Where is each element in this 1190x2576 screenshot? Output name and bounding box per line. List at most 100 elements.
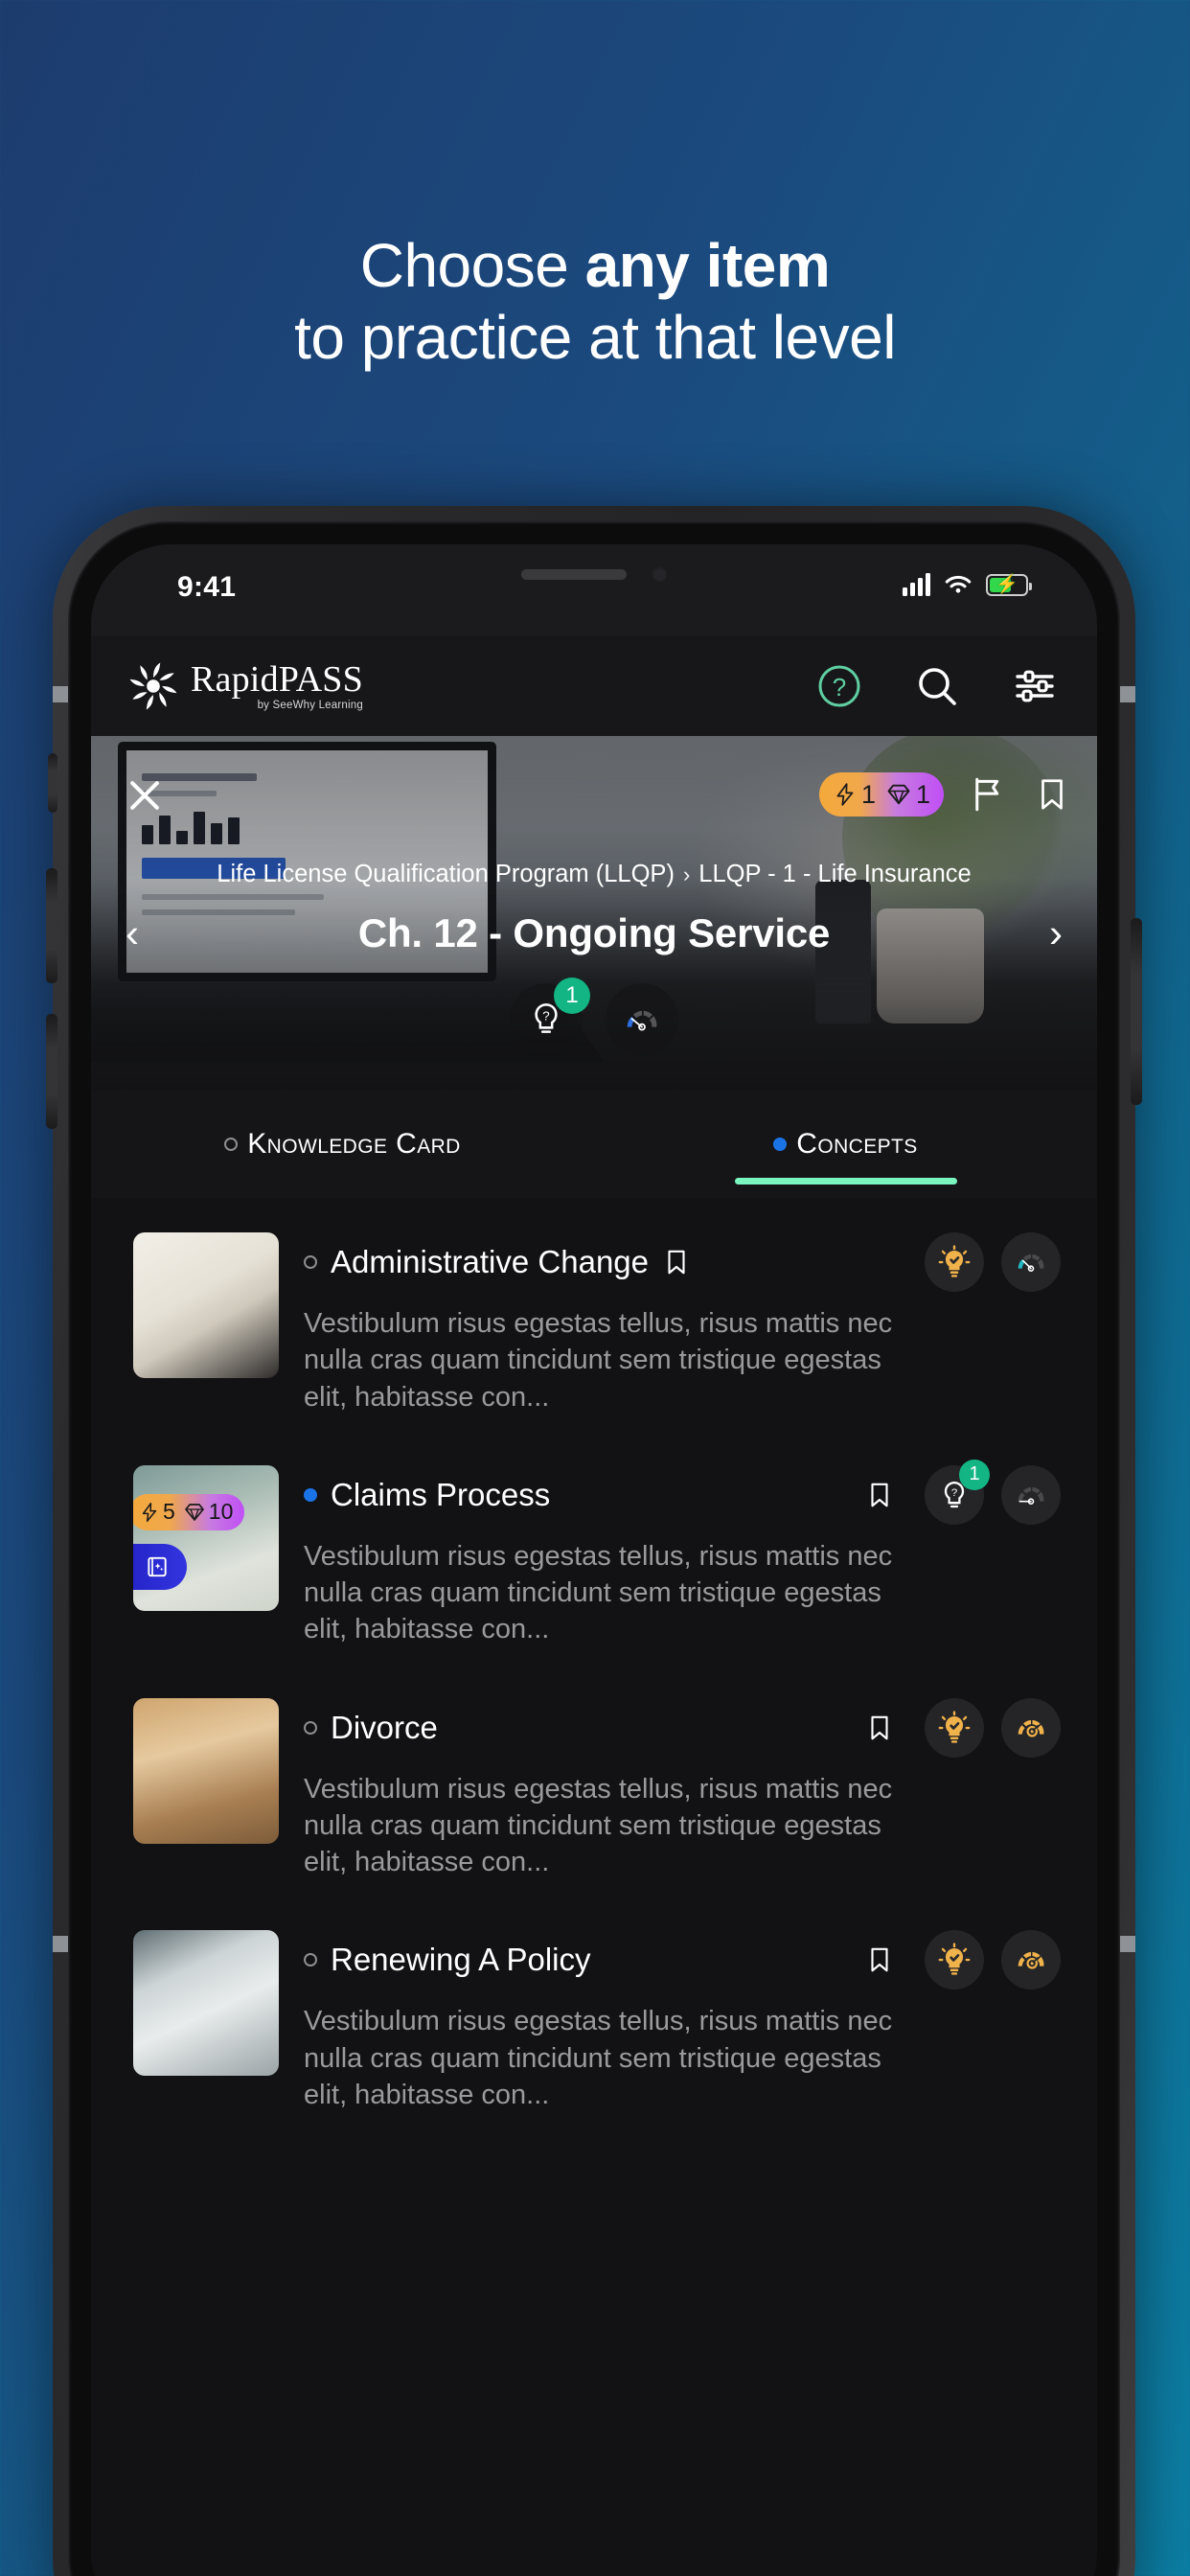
gauge-target-icon[interactable] [1001,1697,1061,1758]
logo-wordmark: RapidPASS [191,658,363,700]
phone-screen: 9:41 ⚡ RapidPASS by SeeWhy Learning ? 1 … [91,544,1097,2576]
chevron-right-icon[interactable]: › [1040,913,1072,954]
list-item-actions: ? 1 [865,1459,1061,1525]
antenna-band [1120,1936,1135,1952]
gauge-icon [627,1010,657,1031]
svg-text:?: ? [542,1009,549,1024]
lightbulb-check-icon[interactable] [925,1697,984,1758]
breadcrumb: Life License Qualification Program (LLQP… [91,861,1097,888]
list-item-title: Renewing A Policy [331,1942,591,1978]
lightbulb-check-icon[interactable] [925,1930,984,1990]
list-item-thumbnail [133,1232,279,1378]
bookmark-icon[interactable] [662,1246,691,1278]
page-title: Ch. 12 - Ongoing Service [357,910,831,955]
list-item[interactable]: Administrative Change Vestibulum risus e… [91,1211,1097,1444]
notch [388,544,800,604]
help-circle-icon[interactable]: ? [815,662,863,710]
wifi-icon [945,575,972,593]
list-item-description: Vestibulum risus egestas tellus, risus m… [304,1308,893,1413]
silence-switch[interactable] [48,753,57,813]
xp-reward-pill: 1 1 [818,772,944,816]
flag-icon[interactable] [969,772,1009,816]
list-item-thumbnail [133,1930,279,2077]
breadcrumb-current[interactable]: LLQP - 1 - Life Insurance [698,861,971,887]
search-icon[interactable] [913,662,961,710]
list-item-actions [865,1697,1061,1758]
bookmark-icon[interactable] [865,1479,894,1511]
tab-concepts-label: Concepts [796,1128,918,1160]
tab-concepts[interactable]: Concepts [594,1091,1097,1198]
list-item-status-dot [304,1487,317,1502]
svg-text:?: ? [833,673,846,702]
list-item-actions [925,1232,1061,1292]
content-tabs: Knowledge Card Concepts [91,1091,1097,1198]
tab-knowledge-card-label: Knowledge Card [247,1128,461,1160]
hero-banner: 1 1 Life License Qualification Program (… [91,736,1097,1091]
tab-status-dot [224,1138,239,1151]
chevron-right-icon: › [682,862,691,886]
concept-list: Administrative Change Vestibulum risus e… [91,1198,1097,2143]
antenna-band [53,1936,68,1952]
xp-diamond-value: 1 [915,779,930,809]
hero-top-actions: 1 1 [818,772,1070,816]
mastery-gauge-button[interactable] [606,983,678,1056]
list-item-status-dot [304,1720,317,1735]
diamond-icon [887,784,910,805]
xp-lightning-value: 1 [860,779,876,809]
phone-mockup-frame: 9:41 ⚡ RapidPASS by SeeWhy Learning ? 1 … [46,506,1142,2576]
bookmark-icon[interactable] [865,1712,894,1744]
antenna-band [53,686,68,702]
list-item[interactable]: 5 10 Claims Process ? 1 Vestibulum risus… [91,1444,1097,1677]
diamond-icon [184,1503,204,1521]
list-item-description: Vestibulum risus egestas tellus, risus m… [304,1773,893,1878]
list-item-title: Divorce [331,1709,438,1745]
battery-charging-icon: ⚡ [986,573,1032,596]
list-item-title: Administrative Change [331,1244,649,1279]
logo-tagline: by SeeWhy Learning [257,699,363,711]
lightbulb-question-icon[interactable]: ? 1 [925,1459,990,1525]
bookmark-icon[interactable] [1034,772,1070,816]
list-item[interactable]: Divorce Vestibulum risus egestas tellus,… [91,1677,1097,1910]
chevron-left-icon[interactable]: ‹ [116,913,149,954]
list-item-title: Claims Process [331,1476,551,1512]
list-item[interactable]: Renewing A Policy Vestibulum risus egest… [91,1909,1097,2142]
quiz-badge-count: 1 [554,978,590,1014]
earpiece-speaker [520,568,627,580]
list-item-thumbnail [133,1697,279,1844]
volume-up-button[interactable] [46,868,57,983]
gauge-icon[interactable] [1001,1232,1061,1292]
volume-down-button[interactable] [46,1014,57,1129]
tab-knowledge-card[interactable]: Knowledge Card [91,1091,594,1198]
front-camera [651,565,668,583]
tab-status-dot [773,1138,788,1151]
list-item-actions [865,1930,1061,1990]
reward-lightning-value: 5 [163,1499,175,1525]
sliders-filter-icon[interactable] [1011,662,1059,710]
bookmark-icon[interactable] [865,1944,894,1976]
hero-status-circles: ? 1 [91,978,1097,1056]
gauge-target-icon[interactable] [1001,1930,1061,1990]
lightbulb-check-icon[interactable] [925,1232,984,1292]
svg-text:?: ? [951,1487,957,1499]
breadcrumb-parent[interactable]: Life License Qualification Program (LLQP… [217,861,675,887]
gauge-icon[interactable] [1001,1464,1061,1525]
list-item-description: Vestibulum risus egestas tellus, risus m… [304,2006,893,2110]
header-actions: ? [815,662,1059,710]
headline-line-1-plain: Choose [359,231,585,300]
rapidpass-pinwheel-icon [129,662,177,710]
antenna-band [1120,686,1135,702]
close-x-icon[interactable] [124,774,166,816]
headline-line-1-bold: any item [584,231,831,300]
reward-badge: 5 10 [133,1493,245,1530]
promo-headline: Choose any item to practice at that leve… [0,230,1190,374]
lightning-icon [836,783,854,806]
phone-bezel: 9:41 ⚡ RapidPASS by SeeWhy Learning ? 1 … [68,521,1120,2576]
quiz-status-button[interactable]: ? 1 [510,978,590,1056]
status-time: 9:41 [177,571,237,603]
reward-diamond-value: 10 [208,1499,234,1525]
power-button[interactable] [1131,918,1142,1105]
lightbulb-badge-count: 1 [959,1459,990,1490]
hero-title-row: ‹ Ch. 12 - Ongoing Service › [91,910,1097,956]
app-logo[interactable]: RapidPASS by SeeWhy Learning [126,658,363,714]
list-item-thumbnail: 5 10 [133,1464,279,1611]
